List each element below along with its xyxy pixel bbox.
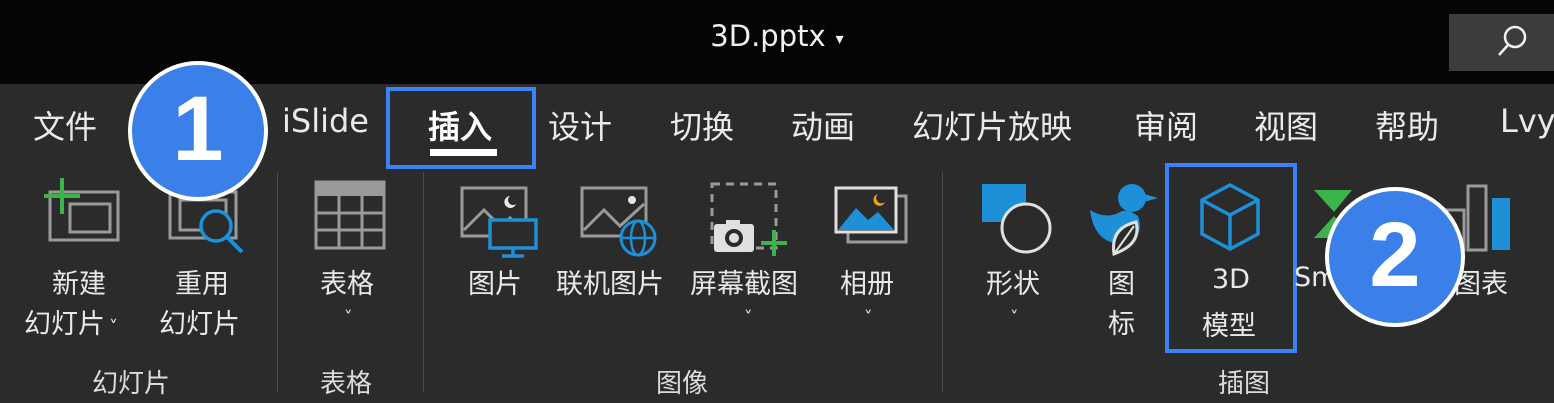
group-label-illustrations: 插图 [1218,369,1271,399]
screenshot-chevron-icon[interactable]: ˅ [744,308,753,328]
tab-file[interactable]: 文件 [33,102,97,148]
step-1-badge: 1 [128,61,268,201]
tab-islide[interactable]: iSlide [282,102,369,140]
search-button[interactable] [1449,14,1554,71]
pictures-label[interactable]: 图片 [468,262,522,301]
group-separator [942,172,943,392]
reuse-slides-label-2[interactable]: 幻灯片 [159,302,240,341]
document-title[interactable]: 3D.pptx ▾ [0,19,1554,53]
shapes-chevron-icon[interactable]: ˅ [1010,308,1019,328]
group-label-slides: 幻灯片 [92,369,171,399]
search-icon [1498,25,1527,56]
photo-album-icon[interactable] [834,186,910,250]
document-name: 3D.pptx [710,19,826,53]
group-separator [277,172,278,392]
icons-icon[interactable] [1086,180,1160,264]
insert-tab-highlight [386,87,536,169]
screenshot-label[interactable]: 屏幕截图 [690,262,798,301]
new-slide-label[interactable]: 新建 [52,262,106,301]
new-slide-chevron-icon[interactable]: ˅ [109,317,118,338]
tab-design[interactable]: 设计 [548,102,612,148]
group-separator [423,172,424,392]
tab-view[interactable]: 视图 [1254,102,1318,148]
tab-animations[interactable]: 动画 [791,102,855,148]
icons-label-2[interactable]: 标 [1108,302,1135,341]
pictures-icon[interactable] [460,186,542,262]
tab-help[interactable]: 帮助 [1375,102,1439,148]
photo-album-label[interactable]: 相册 [840,262,894,301]
tab-user[interactable]: Lvy [1500,102,1554,140]
group-label-tables: 表格 [320,369,373,399]
photo-album-chevron-icon[interactable]: ˅ [864,308,873,328]
icons-label[interactable]: 图 [1108,262,1135,301]
reuse-slides-label[interactable]: 重用 [175,262,229,301]
online-pictures-icon[interactable] [580,186,660,262]
tab-review[interactable]: 审阅 [1134,102,1198,148]
table-chevron-icon[interactable]: ˅ [344,308,353,328]
group-label-images: 图像 [656,369,709,399]
shapes-icon[interactable] [980,182,1054,260]
models-3d-highlight [1165,163,1297,353]
new-slide-label-text: 幻灯片 [24,309,105,340]
new-slide-icon[interactable] [42,178,122,252]
step-2-badge: 2 [1325,187,1465,327]
screenshot-icon[interactable] [708,180,792,262]
title-dropdown-icon[interactable]: ▾ [836,29,844,48]
shapes-label[interactable]: 形状 [986,262,1040,301]
table-label[interactable]: 表格 [320,262,374,301]
new-slide-label-2[interactable]: 幻灯片 ˅ [24,302,118,341]
tab-transitions[interactable]: 切换 [670,102,734,148]
table-icon[interactable] [314,180,386,256]
online-pictures-label[interactable]: 联机图片 [556,262,664,301]
tab-slideshow[interactable]: 幻灯片放映 [912,102,1072,148]
